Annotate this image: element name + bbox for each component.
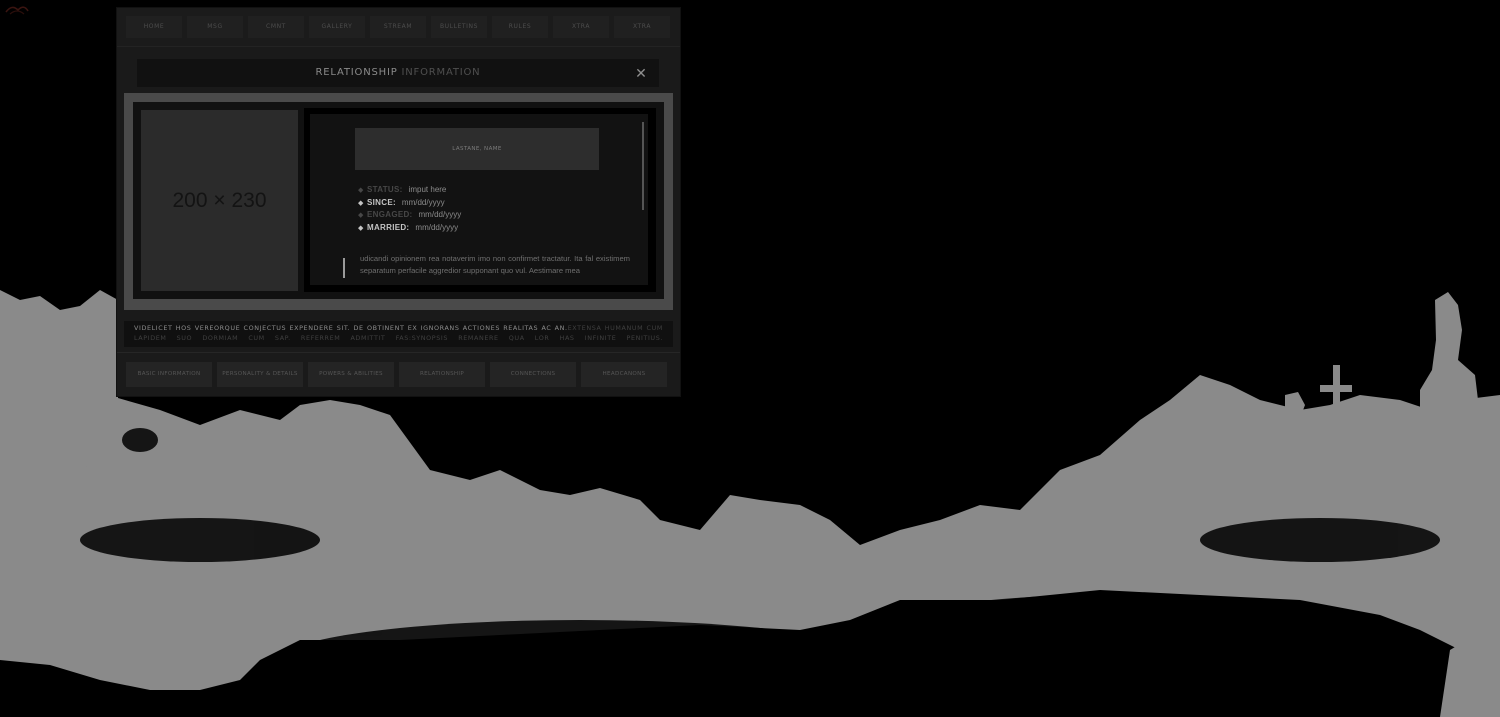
character-quote: VIDELICET HOS VEREORQUE CONJECTUS EXPEND… xyxy=(124,321,673,347)
nav-msg[interactable]: MSG xyxy=(187,16,243,38)
tab-basic-information[interactable]: BASIC INFORMATION xyxy=(126,362,212,387)
nav-xtra-2[interactable]: XTRA xyxy=(614,16,670,38)
nav-gallery[interactable]: GALLERY xyxy=(309,16,365,38)
fact-label: MARRIED: xyxy=(367,222,410,232)
diamond-bullet-icon: ◆ xyxy=(358,187,364,194)
diamond-bullet-icon: ◆ xyxy=(358,199,364,207)
tab-connections[interactable]: CONNECTIONS xyxy=(490,362,576,387)
fact-label: SINCE: xyxy=(367,197,396,207)
fact-status: ◆ STATUS: imput here xyxy=(358,184,618,197)
details-scrollbar[interactable] xyxy=(642,122,644,210)
partner-photo-placeholder: 200 × 230 xyxy=(141,110,298,291)
diamond-bullet-icon: ◆ xyxy=(358,212,364,220)
relationship-card: 200 × 230 LASTANE, NAME ◆ STATUS: imput he… xyxy=(133,102,664,299)
fact-label: ENGAGED: xyxy=(367,210,413,220)
relationship-facts: ◆ STATUS: imput here ◆ SINCE: mm/dd/yyyy ◆ EN… xyxy=(358,184,618,234)
relationship-frame: 200 × 230 LASTANE, NAME ◆ STATUS: imput he… xyxy=(124,93,673,310)
fact-value: mm/dd/yyyy xyxy=(401,197,445,207)
nav-stream[interactable]: STREAM xyxy=(370,16,426,38)
fact-label: STATUS: xyxy=(367,185,403,194)
fact-value: mm/dd/yyyy xyxy=(418,210,462,220)
fact-married: ◆ MARRIED: mm/dd/yyyy xyxy=(358,222,618,235)
nav-xtra-1[interactable]: XTRA xyxy=(553,16,609,38)
relationship-details: LASTANE, NAME ◆ STATUS: imput here ◆ SINCE:… xyxy=(304,108,656,292)
fact-engaged: ◆ ENGAGED: mm/dd/yyyy xyxy=(358,209,618,222)
panel-header: RELATIONSHIP INFORMATION ✕ xyxy=(137,59,659,87)
top-navigation: HOME MSG CMNT GALLERY STREAM BULLETINS R… xyxy=(117,8,680,47)
relationship-details-scroll[interactable]: LASTANE, NAME ◆ STATUS: imput here ◆ SINCE:… xyxy=(310,114,648,285)
profile-window: HOME MSG CMNT GALLERY STREAM BULLETINS R… xyxy=(117,8,680,396)
close-icon[interactable]: ✕ xyxy=(633,65,649,81)
nav-cmnt[interactable]: CMNT xyxy=(248,16,304,38)
fact-since: ◆ SINCE: mm/dd/yyyy xyxy=(358,197,618,210)
partner-name: LASTANE, NAME xyxy=(355,128,599,170)
site-logo-icon[interactable] xyxy=(4,2,30,18)
panel-title-bold: RELATIONSHIP xyxy=(315,67,398,78)
nav-rules[interactable]: RULES xyxy=(492,16,548,38)
panel-title: RELATIONSHIP INFORMATION xyxy=(137,59,659,87)
nav-home[interactable]: HOME xyxy=(126,16,182,38)
fact-value: mm/dd/yyyy xyxy=(415,222,459,232)
diamond-bullet-icon: ◆ xyxy=(358,224,364,232)
tab-personality-details[interactable]: PERSONALITY & DETAILS xyxy=(217,362,303,387)
bio-accent-bar xyxy=(343,258,345,278)
quote-part-1: VIDELICET HOS VEREORQUE CONJECTUS EXPEND… xyxy=(134,324,568,332)
panel-title-light: INFORMATION xyxy=(401,67,481,78)
tab-headcanons[interactable]: HEADCANONS xyxy=(581,362,667,387)
nav-bulletins[interactable]: BULLETINS xyxy=(431,16,487,38)
fact-value: imput here xyxy=(408,185,447,194)
page: HOME MSG CMNT GALLERY STREAM BULLETINS R… xyxy=(0,0,1500,717)
tab-powers-abilities[interactable]: POWERS & ABILITIES xyxy=(308,362,394,387)
divider xyxy=(117,352,680,353)
tab-relationship[interactable]: RELATIONSHIP xyxy=(399,362,485,387)
relationship-bio: udicandi opinionem rea notaverim imo non… xyxy=(360,254,630,275)
